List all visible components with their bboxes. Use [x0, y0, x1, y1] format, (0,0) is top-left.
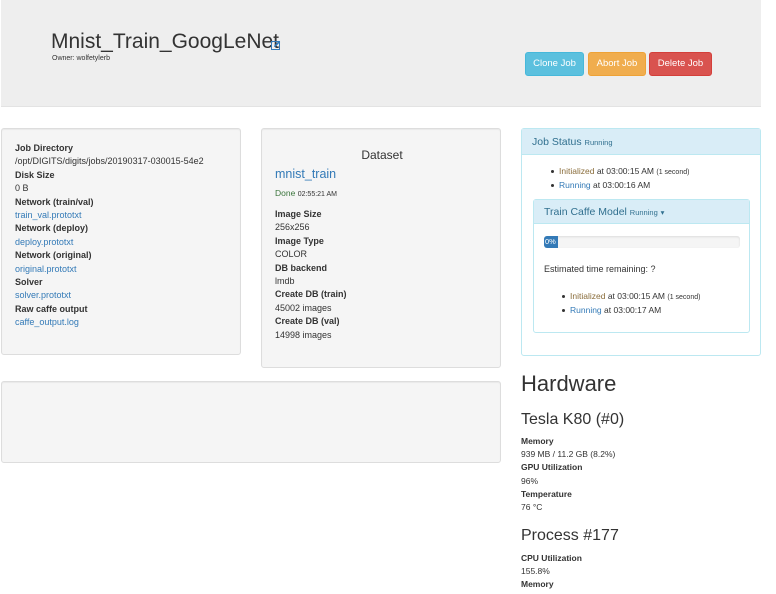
- job-info-list: Job Directory /opt/DIGITS/digits/jobs/20…: [15, 142, 204, 330]
- image-size-value: 256x256: [275, 222, 310, 233]
- process-name: Process #177: [521, 527, 619, 544]
- dataset-status: Done 02:55:21 AM: [275, 188, 337, 198]
- event-time: at 03:00:15 AM: [607, 291, 665, 301]
- process-stats: CPU Utilization 155.8% Memory: [521, 552, 582, 592]
- create-db-train-value: 45002 images: [275, 302, 332, 313]
- network-trainval-label: Network (train/val): [15, 196, 94, 207]
- job-directory-label: Job Directory: [15, 143, 74, 153]
- empty-well: [1, 381, 501, 463]
- db-backend-label: DB backend: [275, 262, 328, 273]
- gpu-utilization-label: GPU Utilization: [521, 462, 583, 473]
- network-deploy-label: Network (deploy): [15, 223, 89, 234]
- create-db-train-label: Create DB (train): [275, 289, 347, 300]
- solver-link[interactable]: solver.prototxt: [15, 289, 204, 302]
- train-task-events: Initialized at 03:00:15 AM (1 second) Ru…: [562, 290, 700, 317]
- dataset-name-link[interactable]: mnist_train: [275, 167, 336, 181]
- event-duration: (1 second): [667, 294, 701, 301]
- edit-icon[interactable]: [271, 40, 281, 50]
- event-state: Initialized: [570, 291, 606, 301]
- status-event: Running at 03:00:17 AM: [562, 304, 700, 317]
- delete-job-button[interactable]: Delete Job: [649, 52, 712, 76]
- hardware-heading: Hardware: [521, 371, 617, 396]
- gpu-utilization-value: 96%: [521, 475, 539, 486]
- cpu-utilization-value: 155.8%: [521, 566, 550, 577]
- job-header: Mnist_Train_GoogLeNet Owner: wolfetylerb…: [1, 0, 761, 107]
- job-status-title: Job Status: [532, 136, 582, 148]
- train-task-panel: Train Caffe Model Running ▾ 0% Estimated…: [533, 199, 750, 333]
- db-backend-value: lmdb: [275, 276, 295, 287]
- network-original-link[interactable]: original.prototxt: [15, 263, 204, 276]
- temperature-label: Temperature: [521, 488, 572, 499]
- event-state: Running: [570, 305, 602, 315]
- dataset-status-text: Done: [275, 188, 296, 198]
- job-owner: Owner: wolfetylerb: [52, 55, 110, 62]
- job-status-events: Initialized at 03:00:15 AM (1 second) Ru…: [551, 165, 689, 192]
- event-time: at 03:00:16 AM: [593, 180, 651, 190]
- dataset-info-list: Image Size 256x256 Image Type COLOR DB b…: [275, 208, 347, 342]
- gpu-memory-label: Memory: [521, 436, 554, 446]
- job-status-state: Running: [584, 138, 613, 147]
- dataset-heading: Dataset: [361, 148, 403, 162]
- caffe-output-link[interactable]: caffe_output.log: [15, 316, 204, 329]
- dataset-status-time: 02:55:21 AM: [297, 191, 338, 198]
- caret-down-icon[interactable]: ▾: [661, 208, 665, 217]
- estimated-time: Estimated time remaining: ?: [544, 264, 656, 274]
- image-type-label: Image Type: [275, 235, 324, 246]
- disk-size-label: Disk Size: [15, 169, 55, 180]
- network-original-label: Network (original): [15, 250, 92, 261]
- gpu-memory-value: 939 MB / 11.2 GB (8.2%): [521, 449, 616, 460]
- disk-size-value: 0 B: [15, 183, 29, 194]
- caffe-output-label: Raw caffe output: [15, 303, 88, 314]
- event-duration: (1 second): [656, 169, 690, 176]
- image-type-value: COLOR: [275, 249, 308, 260]
- gpu-stats: Memory 939 MB / 11.2 GB (8.2%) GPU Utili…: [521, 435, 615, 514]
- event-state: Initialized: [559, 166, 595, 176]
- job-status-heading: Job Status Running: [522, 129, 760, 155]
- clone-job-button[interactable]: Clone Job: [525, 52, 584, 76]
- abort-job-button[interactable]: Abort Job: [588, 52, 646, 76]
- train-task-state: Running: [629, 208, 658, 217]
- temperature-value: 76 °C: [521, 502, 543, 513]
- status-event: Running at 03:00:16 AM: [551, 179, 689, 192]
- status-event: Initialized at 03:00:15 AM (1 second): [551, 165, 689, 179]
- network-trainval-link[interactable]: train_val.prototxt: [15, 209, 204, 222]
- train-task-heading[interactable]: Train Caffe Model Running ▾: [534, 200, 749, 224]
- event-state: Running: [559, 180, 591, 190]
- create-db-val-label: Create DB (val): [275, 316, 340, 327]
- job-directory-value: /opt/DIGITS/digits/jobs/20190317-030015-…: [15, 156, 204, 167]
- train-progress: 0%: [544, 236, 740, 248]
- train-progress-bar: 0%: [544, 236, 558, 248]
- dataset-well: Dataset mnist_train Done 02:55:21 AM Ima…: [261, 128, 501, 368]
- cpu-utilization-label: CPU Utilization: [521, 553, 582, 563]
- network-deploy-link[interactable]: deploy.prototxt: [15, 236, 204, 249]
- job-status-panel: Job Status Running Initialized at 03:00:…: [521, 128, 761, 356]
- job-title: Mnist_Train_GoogLeNet: [51, 30, 280, 53]
- image-size-label: Image Size: [275, 209, 322, 219]
- create-db-val-value: 14998 images: [275, 329, 332, 340]
- process-memory-label: Memory: [521, 579, 554, 590]
- status-event: Initialized at 03:00:15 AM (1 second): [562, 290, 700, 304]
- gpu-name: Tesla K80 (#0): [521, 411, 625, 428]
- solver-label: Solver: [15, 277, 43, 288]
- job-info-well: Job Directory /opt/DIGITS/digits/jobs/20…: [1, 128, 241, 355]
- event-time: at 03:00:15 AM: [596, 166, 654, 176]
- event-time: at 03:00:17 AM: [604, 305, 662, 315]
- train-task-title: Train Caffe Model: [544, 206, 627, 218]
